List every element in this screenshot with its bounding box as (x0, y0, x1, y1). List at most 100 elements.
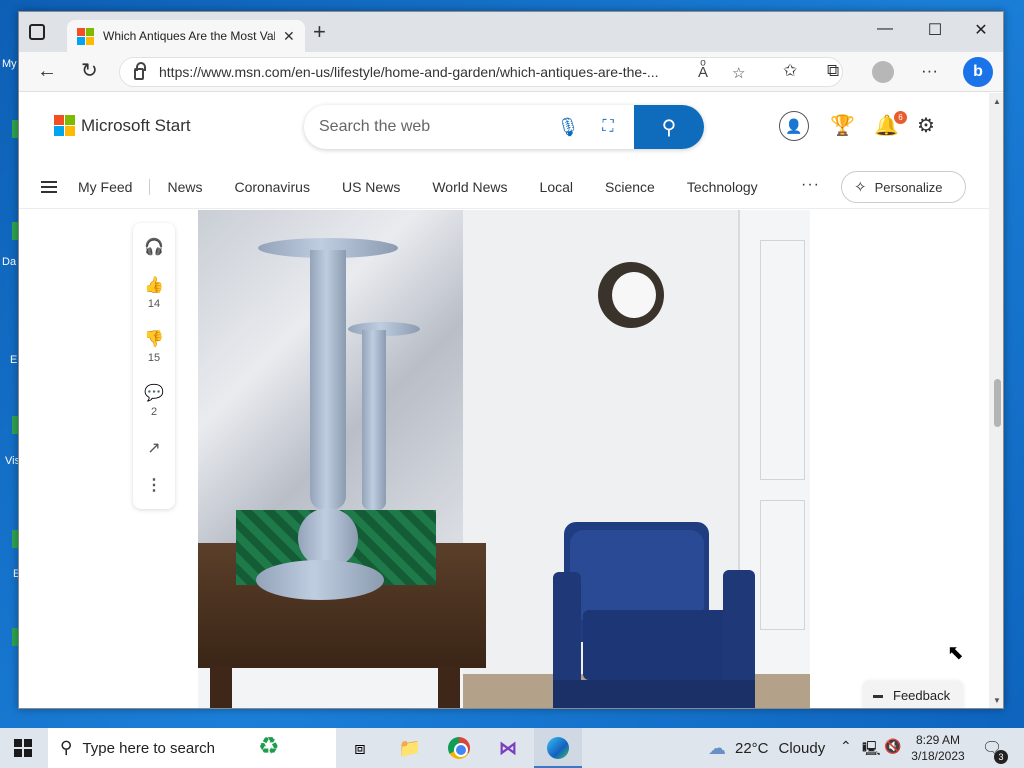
nav-divider (149, 179, 151, 195)
task-view-icon[interactable]: ⧈ (345, 734, 375, 762)
photo-round-mirror (598, 262, 664, 328)
notification-badge: 6 (894, 111, 907, 124)
search-icon: ⚲ (60, 738, 73, 757)
weather-widget[interactable]: ☁ 22°C Cloudy (708, 738, 825, 759)
listen-headphones-icon[interactable]: 🎧 (133, 237, 175, 257)
weather-temperature: 22°C (735, 740, 769, 757)
brand-name: Microsoft Start (81, 115, 191, 135)
personalize-button[interactable]: ✧ Personalize (841, 171, 966, 203)
photo-chair-cushion (570, 530, 704, 620)
photo-chair-seat (583, 610, 743, 680)
cloud-icon: ☁ (708, 738, 726, 758)
back-button[interactable]: ← (37, 60, 57, 82)
nav-more-button[interactable]: ··· (801, 176, 820, 194)
notification-center-count: 3 (994, 750, 1008, 764)
nav-my-feed[interactable]: My Feed (78, 179, 132, 195)
menu-icon[interactable] (41, 181, 57, 193)
share-icon[interactable]: ↗ (133, 438, 175, 458)
desktop-icon-label[interactable]: E (10, 354, 17, 366)
webpage: Microsoft Start Search the web 🎙 ⛶ ⚲ 👤 🏆… (19, 93, 989, 708)
page-scrollbar[interactable]: ▲ ▼ (989, 93, 1003, 708)
add-favorite-icon[interactable]: ☆ (732, 64, 745, 82)
title-bar: Which Antiques Are the Most Valuable ✕ +… (19, 12, 1003, 52)
url-text: https://www.msn.com/en-us/lifestyle/home… (159, 64, 659, 80)
visual-studio-icon[interactable]: ⋈ (493, 734, 523, 762)
comment-icon[interactable]: 💬 (133, 383, 175, 403)
scroll-up-arrow-icon[interactable]: ▲ (993, 97, 1001, 106)
nav-news[interactable]: News (167, 179, 202, 195)
like-thumbs-up-icon[interactable]: 👍 (133, 275, 175, 295)
photo-tall-vase (310, 250, 346, 510)
search-icon: ⚲ (661, 116, 677, 139)
brand-logo[interactable]: Microsoft Start (54, 115, 191, 136)
taskbar: ⚲ Type here to search ♻ ⧈ 📁 ⋈ ☁ 22°C Clo… (0, 728, 1024, 768)
personalize-label: Personalize (874, 179, 943, 195)
article-photo (198, 210, 810, 708)
maximize-button[interactable]: ☐ (912, 20, 958, 40)
volume-muted-icon[interactable]: 🔇 (884, 738, 901, 755)
desktop-icon-label[interactable]: My (2, 58, 17, 70)
start-button[interactable] (14, 739, 32, 757)
minimize-button[interactable]: — (862, 20, 908, 38)
browser-window: Which Antiques Are the Most Valuable ✕ +… (18, 11, 1004, 709)
clock-date: 3/18/2023 (911, 749, 965, 763)
favorites-icon[interactable]: ✩ (783, 61, 797, 81)
collections-icon[interactable]: ⧉ (827, 61, 839, 81)
tab-actions-icon[interactable] (29, 24, 45, 40)
more-options-icon[interactable]: ··· (921, 61, 938, 81)
more-actions-icon[interactable]: ⋮ (133, 475, 175, 495)
new-tab-button[interactable]: + (313, 21, 326, 43)
photo-door-panel (760, 500, 805, 630)
url-field[interactable]: https://www.msn.com/en-us/lifestyle/home… (119, 57, 843, 87)
web-search-box[interactable]: Search the web 🎙 ⛶ ⚲ (304, 105, 704, 149)
lock-icon[interactable] (134, 62, 146, 80)
user-account-icon[interactable]: 👤 (779, 111, 809, 141)
nav-us-news[interactable]: US News (342, 179, 400, 195)
search-input[interactable]: Search the web (319, 118, 549, 136)
bing-chat-button[interactable]: b (963, 57, 993, 87)
close-window-button[interactable]: ✕ (958, 20, 1003, 40)
settings-gear-icon[interactable]: ⚙ (917, 113, 935, 138)
nav-world-news[interactable]: World News (432, 179, 507, 195)
microphone-icon[interactable]: 🎙 (549, 117, 587, 138)
edge-taskbar-button[interactable] (543, 734, 573, 762)
like-count: 14 (147, 298, 161, 310)
scroll-thumb[interactable] (994, 379, 1001, 427)
close-tab-icon[interactable]: ✕ (283, 28, 295, 45)
mouse-cursor-icon: ⬉ (947, 642, 964, 664)
dislike-count: 15 (147, 352, 161, 364)
browser-tab[interactable]: Which Antiques Are the Most Valuable ✕ (67, 20, 305, 52)
photo-table-leg (210, 665, 232, 708)
taskbar-search-box[interactable]: ⚲ Type here to search (48, 728, 336, 768)
msn-header: Microsoft Start Search the web 🎙 ⛶ ⚲ 👤 🏆… (19, 93, 989, 165)
search-button[interactable]: ⚲ (634, 105, 704, 149)
photo-small-vase (362, 330, 386, 510)
weather-condition: Cloudy (778, 740, 826, 757)
category-nav: My Feed News Coronavirus US News World N… (19, 165, 989, 209)
scroll-down-arrow-icon[interactable]: ▼ (993, 696, 1001, 705)
article-action-rail: 🎧 👍 14 👎 15 💬 2 ↗ ⋮ (133, 223, 175, 509)
nav-coronavirus[interactable]: Coronavirus (234, 179, 309, 195)
nav-local[interactable]: Local (540, 179, 573, 195)
microsoft-logo-icon (77, 27, 94, 45)
visual-search-icon[interactable]: ⛶ (587, 118, 629, 136)
network-icon[interactable]: 🖳 (862, 738, 881, 762)
microsoft-logo-icon (54, 115, 75, 136)
nav-science[interactable]: Science (605, 179, 655, 195)
read-aloud-icon[interactable]: Aͦ (698, 64, 708, 81)
chrome-icon (448, 737, 470, 759)
file-explorer-icon[interactable]: 📁 (395, 734, 425, 762)
show-hidden-icons-chevron-icon[interactable]: ⌃ (840, 738, 852, 755)
nav-technology[interactable]: Technology (687, 179, 758, 195)
dislike-thumbs-down-icon[interactable]: 👎 (133, 329, 175, 349)
edge-icon (547, 737, 569, 759)
profile-avatar[interactable] (872, 61, 894, 83)
desktop-icon-label[interactable]: Da (2, 256, 16, 268)
recycle-icon[interactable]: ♻ (258, 732, 280, 761)
rewards-trophy-icon[interactable]: 🏆 (830, 113, 855, 138)
system-clock[interactable]: 8:29 AM 3/18/2023 (906, 732, 970, 764)
chrome-taskbar-button[interactable] (444, 734, 474, 762)
personalize-star-icon: ✧ (854, 179, 867, 196)
feedback-button[interactable]: ▬ Feedback (863, 681, 963, 708)
refresh-button[interactable]: ↻ (81, 60, 98, 82)
